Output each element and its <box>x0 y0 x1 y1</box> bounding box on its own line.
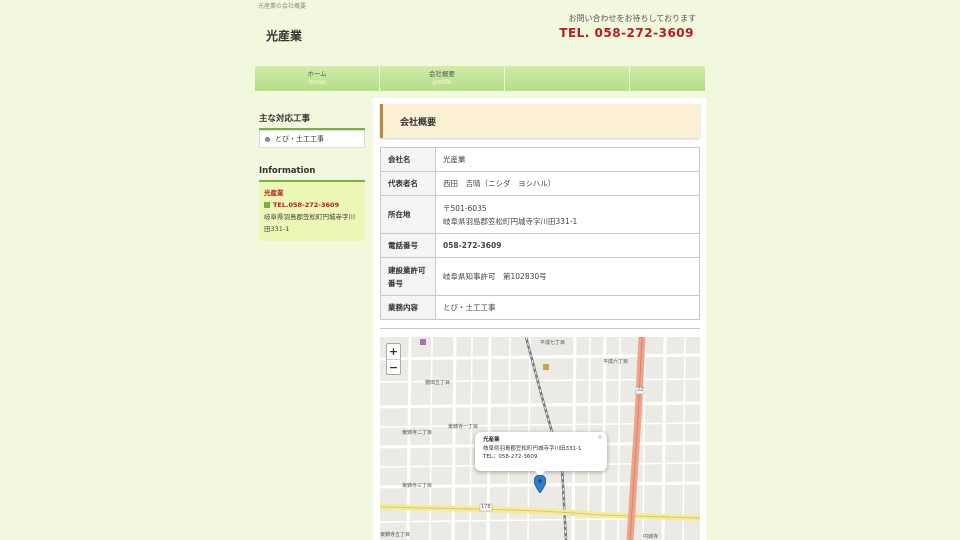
page-title: 会社概要 <box>380 104 700 138</box>
divider <box>380 328 700 329</box>
row-value: 光産業 <box>435 147 700 172</box>
phone-icon <box>264 202 270 208</box>
row-value: 〒501-6035 岐阜県羽島郡笠松町円城寺字川田331-1 <box>435 195 700 234</box>
zoom-in-button[interactable]: + <box>387 344 400 359</box>
main-content: 会社概要 会社名 光産業 代表者名 西田 吉晴（ニシダ ヨシハル） 所在地 〒5… <box>373 98 706 540</box>
sidebar: 主な対応工事 とび・土工工事 Information 光産業 TEL.058-2… <box>259 112 365 241</box>
row-label: 会社名 <box>380 147 436 172</box>
breadcrumb: 光産業の会社概要 <box>258 3 307 10</box>
nav-item-sublabel: home <box>308 79 326 86</box>
info-company-name: 光産業 <box>264 189 284 197</box>
row-label: 電話番号 <box>380 233 436 258</box>
row-label: 代表者名 <box>380 171 436 196</box>
nav-item-sublabel: profile <box>432 79 452 86</box>
table-row: 会社名 光産業 <box>380 147 700 172</box>
map-label: 平成七丁目 <box>540 340 566 346</box>
sidebar-item-label: とび・土工工事 <box>275 135 324 143</box>
row-label: 業務内容 <box>380 295 436 320</box>
site-logo[interactable]: 光産業 <box>266 27 302 44</box>
table-row: 所在地 〒501-6035 岐阜県羽島郡笠松町円城寺字川田331-1 <box>380 195 700 234</box>
map-label: 東鋳寺二丁目 <box>402 430 433 436</box>
map-label: 徳田五丁目 <box>425 380 451 386</box>
map-label: 平成六丁目 <box>603 359 629 365</box>
header-tel: TEL. 058-272-3609 <box>559 26 694 40</box>
sidebar-item-works[interactable]: とび・土工工事 <box>259 130 365 148</box>
info-address: 岐阜県羽島郡笠松町円城寺字川田331-1 <box>264 213 355 233</box>
nav-item-label: 会社概要 <box>429 70 455 78</box>
zoom-out-button[interactable]: − <box>387 359 400 374</box>
nav-item-profile[interactable]: 会社概要 profile <box>380 66 505 91</box>
map-label: 178 <box>481 504 491 510</box>
table-row: 電話番号 058-272-3609 <box>380 233 700 258</box>
popup-address: 岐阜県羽島郡笠松町円城寺字川田331-1 <box>483 445 582 452</box>
info-tel-text: TEL.058-272-3609 <box>273 201 340 209</box>
popup-name: 光産業 <box>483 437 500 443</box>
works-heading: 主な対応工事 <box>259 112 365 130</box>
row-value: 西田 吉晴（ニシダ ヨシハル） <box>435 171 700 196</box>
nav-item-empty <box>505 66 630 91</box>
info-heading: Information <box>259 166 365 182</box>
close-icon[interactable]: × <box>597 433 603 442</box>
row-label: 所在地 <box>380 195 436 234</box>
address: 岐阜県羽島郡笠松町円城寺字川田331-1 <box>443 216 578 226</box>
map-label: 東鋳寺五丁目 <box>380 532 411 538</box>
row-value: とび・土工工事 <box>435 295 700 320</box>
row-value-tel[interactable]: 058-272-3609 <box>435 233 700 258</box>
postal-code: 〒501-6035 <box>443 203 487 213</box>
row-value: 岐阜県知事許可 第102830号 <box>435 257 700 296</box>
nav-item-label: ホーム <box>307 70 327 78</box>
nav-item-home[interactable]: ホーム home <box>255 66 380 91</box>
map-label: 22 <box>637 387 644 393</box>
company-profile-table: 会社名 光産業 代表者名 西田 吉晴（ニシダ ヨシハル） 所在地 〒501-60… <box>380 147 700 320</box>
map-popup: 光産業 岐阜県羽島郡笠松町円城寺字川田331-1 TEL：058-272-360… <box>475 432 607 471</box>
info-tel: TEL.058-272-3609 <box>264 199 361 211</box>
global-nav: ホーム home 会社概要 profile <box>255 66 705 91</box>
bullet-icon <box>265 136 270 142</box>
contact-note: お問い合わせをお待ちしております <box>568 14 696 23</box>
map-marker-icon[interactable] <box>534 475 546 493</box>
map-label: 東鋳寺三丁目 <box>402 483 433 489</box>
map[interactable]: 平成七丁目 平成六丁目 徳田五丁目 東鋳寺一丁目 東鋳寺二丁目 東鋳寺三丁目 東… <box>380 337 700 540</box>
table-row: 業務内容 とび・土工工事 <box>380 295 700 320</box>
table-row: 代表者名 西田 吉晴（ニシダ ヨシハル） <box>380 171 700 196</box>
map-label: 円城寺 <box>643 534 659 540</box>
info-box: 光産業 TEL.058-272-3609 岐阜県羽島郡笠松町円城寺字川田331-… <box>259 182 365 241</box>
row-label: 建設業許可番号 <box>380 257 436 296</box>
popup-tel: TEL：058-272-3609 <box>483 454 538 460</box>
table-row: 建設業許可番号 岐阜県知事許可 第102830号 <box>380 257 700 296</box>
map-label: 東鋳寺一丁目 <box>448 424 479 430</box>
zoom-control: + − <box>386 343 401 375</box>
